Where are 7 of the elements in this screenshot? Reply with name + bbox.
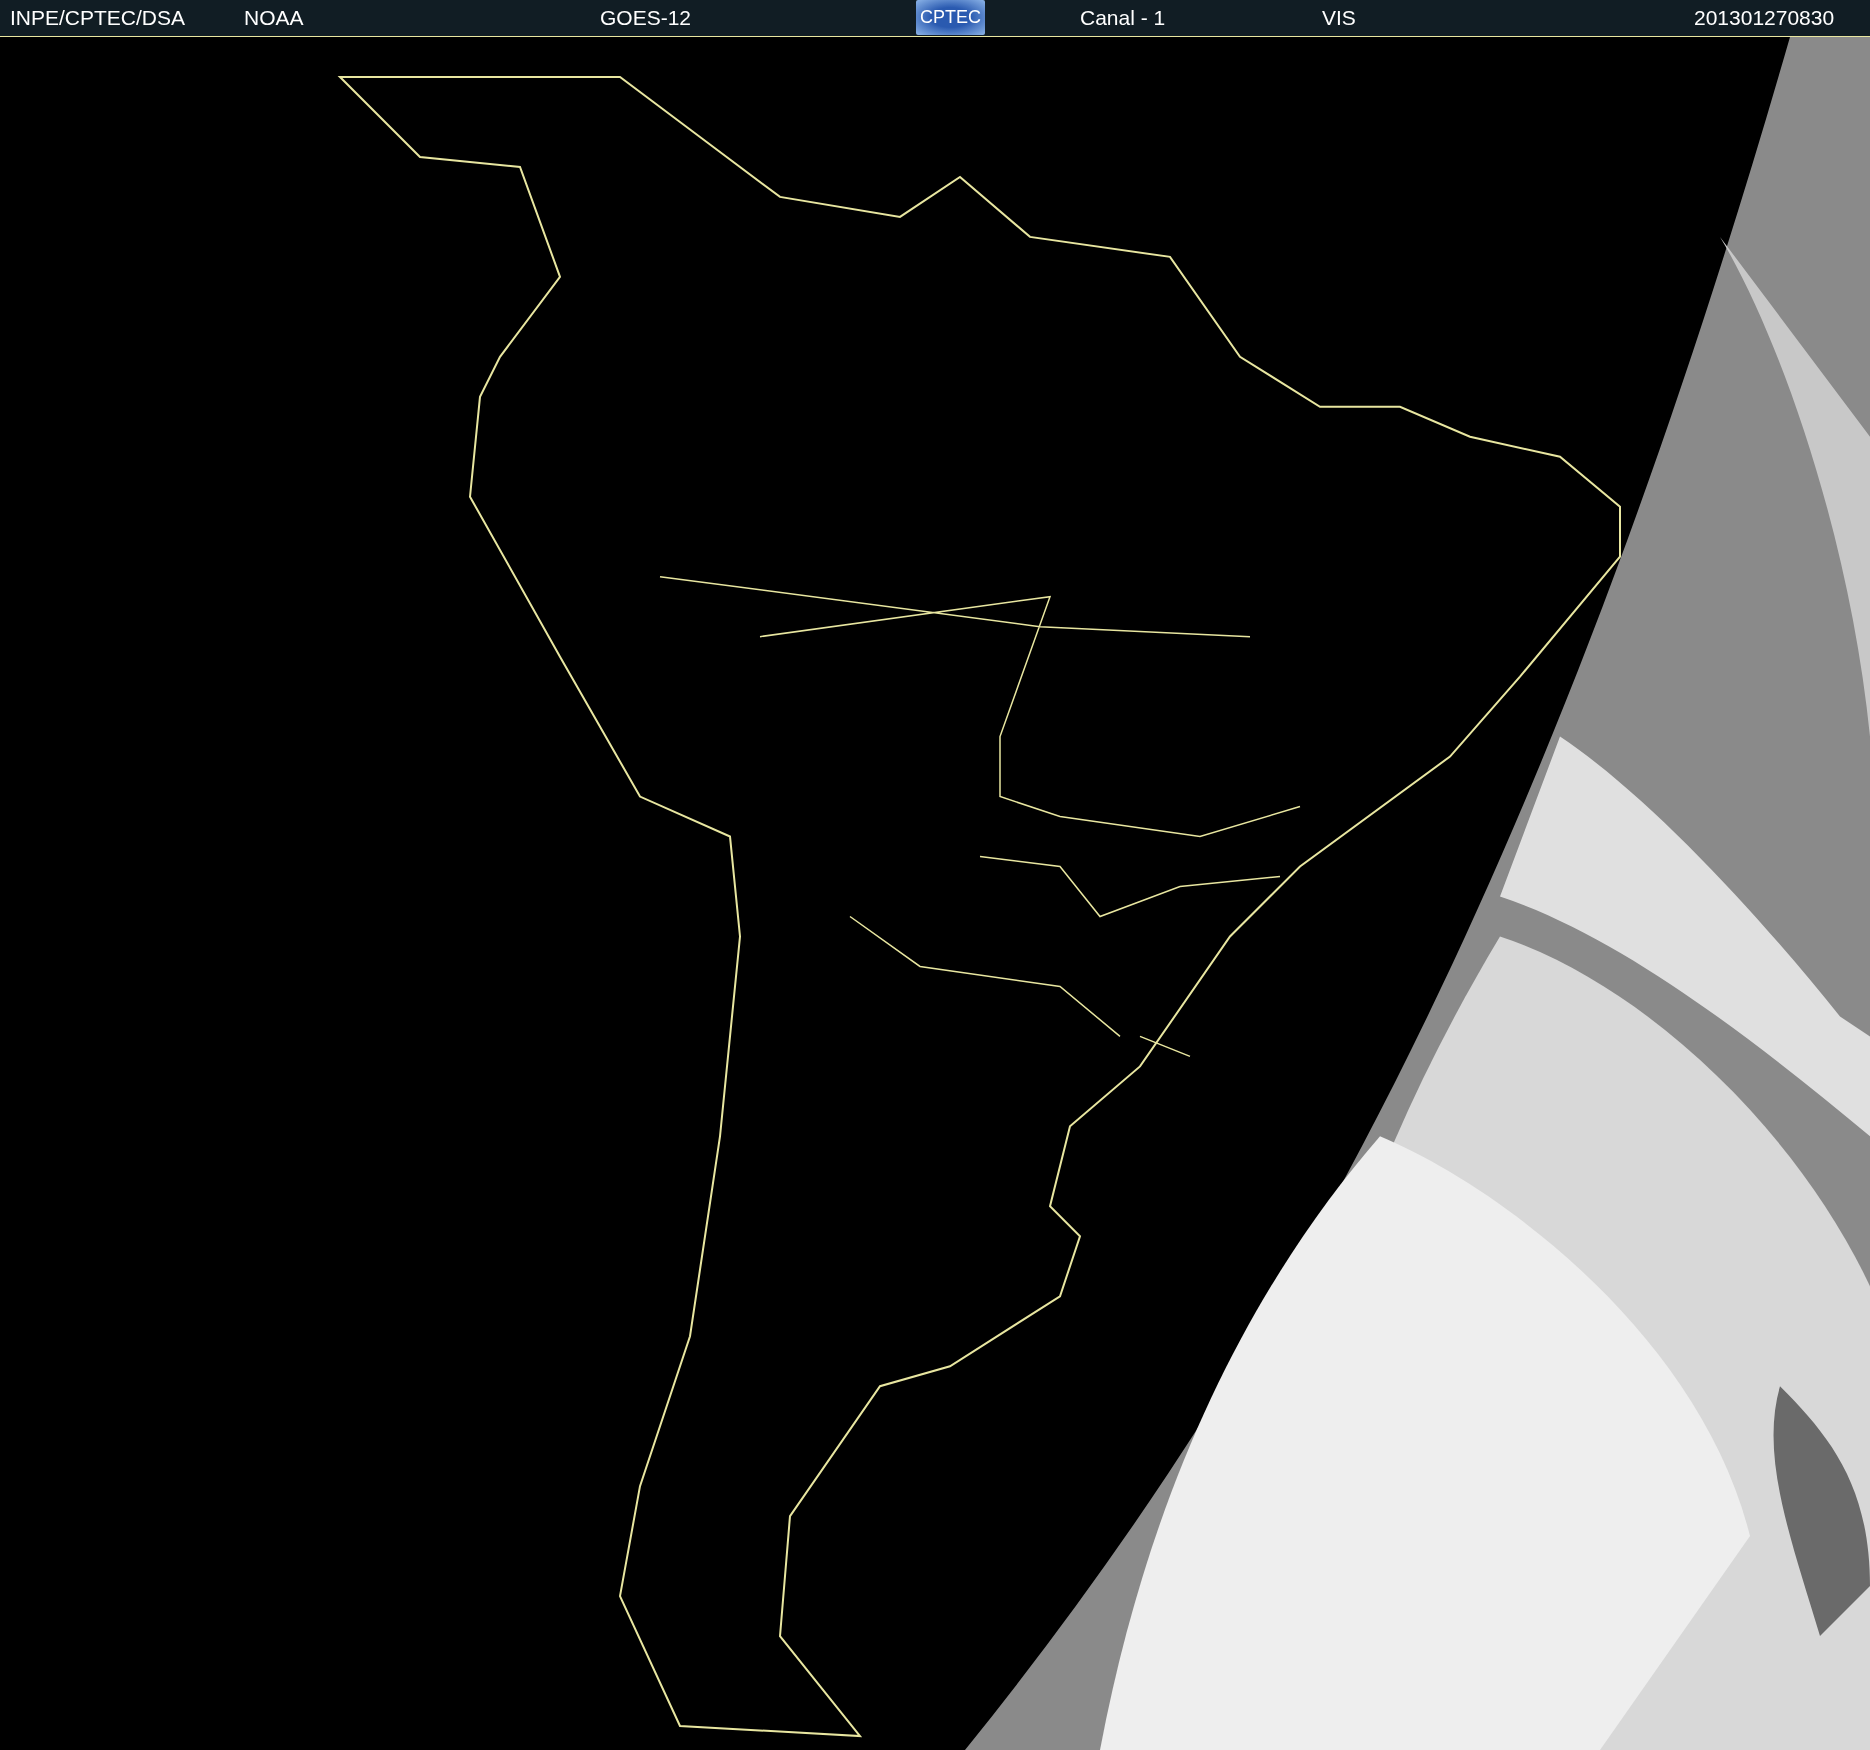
- timestamp: 201301270830: [1694, 6, 1835, 30]
- agency-label: NOAA: [244, 6, 304, 30]
- satellite-label: GOES-12: [600, 6, 692, 30]
- logo: CPTEC: [916, 0, 985, 35]
- source-label: INPE/CPTEC/DSA: [10, 6, 186, 30]
- channel-label: Canal - 1: [1080, 6, 1166, 30]
- band-label: VIS: [1322, 6, 1356, 30]
